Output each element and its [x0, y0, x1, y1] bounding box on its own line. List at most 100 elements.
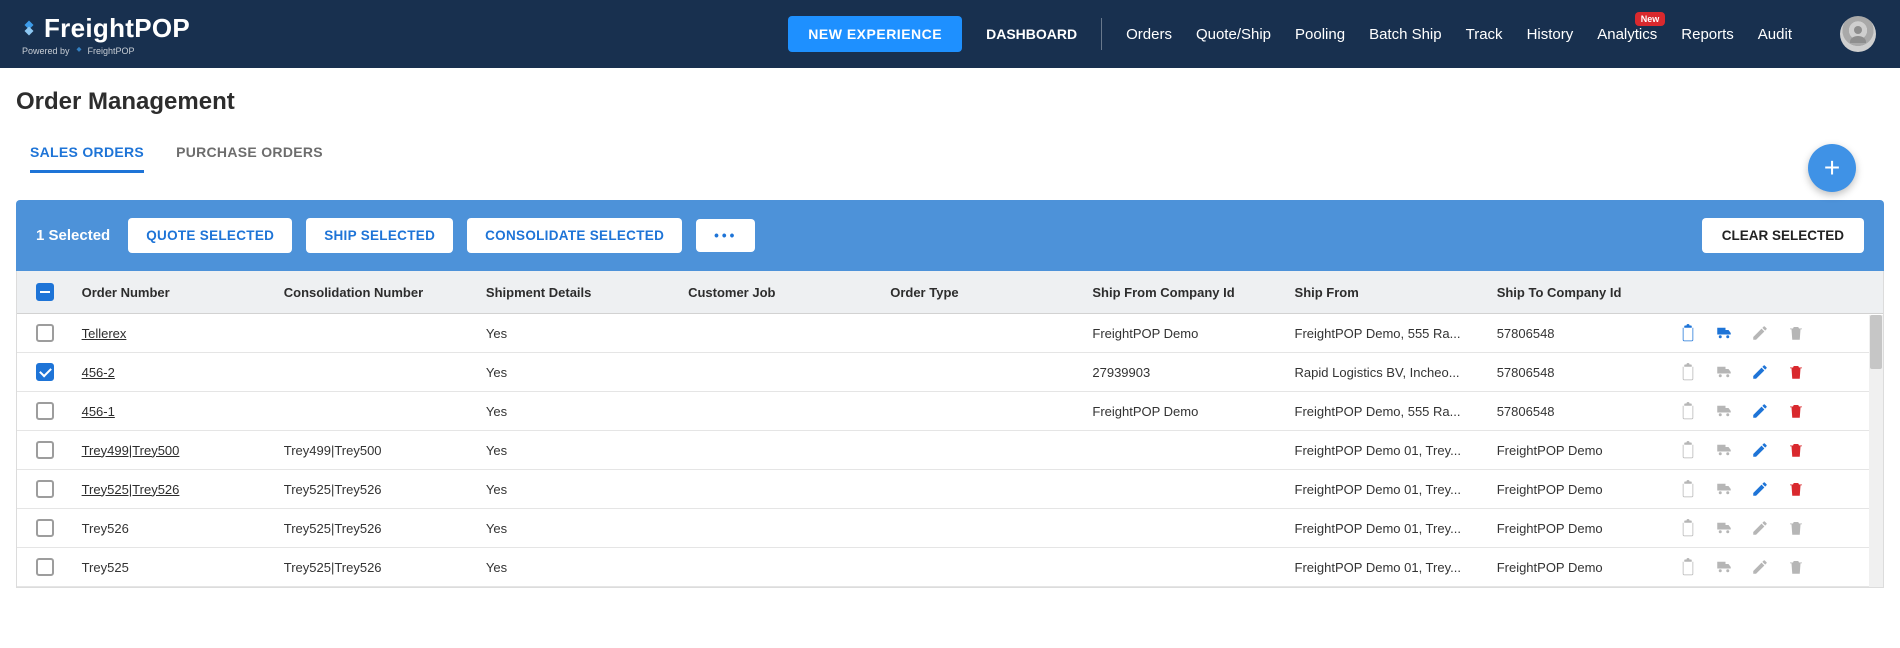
edit-icon[interactable] [1751, 324, 1769, 342]
order-number-link[interactable]: Trey525|Trey526 [82, 482, 180, 497]
nav-item-batch-ship[interactable]: Batch Ship [1369, 26, 1442, 43]
col-order-type[interactable]: Order Type [882, 271, 1084, 314]
col-ship-from-id[interactable]: Ship From Company Id [1084, 271, 1286, 314]
primary-nav: NEW EXPERIENCE DASHBOARD Orders Quote/Shi… [788, 16, 1876, 52]
row-checkbox[interactable] [36, 558, 54, 576]
clipboard-icon[interactable] [1679, 402, 1697, 420]
tab-purchase-orders[interactable]: PURCHASE ORDERS [176, 144, 323, 173]
clipboard-icon[interactable] [1679, 558, 1697, 576]
col-ship-to-id[interactable]: Ship To Company Id [1489, 271, 1671, 314]
clipboard-icon[interactable] [1679, 519, 1697, 537]
brand-powered-logo-icon [74, 46, 84, 56]
col-actions [1671, 271, 1883, 314]
new-experience-button[interactable]: NEW EXPERIENCE [788, 16, 962, 52]
add-fab[interactable]: + [1808, 144, 1856, 192]
cell-ship-from-id [1084, 548, 1286, 587]
trash-icon[interactable] [1787, 558, 1805, 576]
col-ship-from[interactable]: Ship From [1287, 271, 1489, 314]
cell-ship-from: FreightPOP Demo 01, Trey... [1287, 548, 1489, 587]
col-shipment-details[interactable]: Shipment Details [478, 271, 680, 314]
truck-icon[interactable] [1715, 558, 1733, 576]
trash-icon[interactable] [1787, 363, 1805, 381]
ship-selected-button[interactable]: SHIP SELECTED [306, 218, 453, 253]
cell-ship-to-id: FreightPOP Demo [1489, 470, 1671, 509]
cell-ship-to-id: 57806548 [1489, 314, 1671, 353]
order-number-text: Trey526 [74, 509, 276, 548]
scroll-thumb[interactable] [1870, 315, 1882, 369]
col-customer-job[interactable]: Customer Job [680, 271, 882, 314]
cell-consolidation [276, 353, 478, 392]
consolidate-selected-button[interactable]: CONSOLIDATE SELECTED [467, 218, 682, 253]
clear-selected-button[interactable]: CLEAR SELECTED [1702, 218, 1864, 253]
brand-powered-by: Powered by [22, 46, 70, 56]
nav-item-pooling[interactable]: Pooling [1295, 26, 1345, 43]
row-checkbox[interactable] [36, 519, 54, 537]
select-all-checkbox[interactable] [36, 283, 54, 301]
cell-ship-from-id [1084, 470, 1286, 509]
cell-ship-from-id: FreightPOP Demo [1084, 392, 1286, 431]
col-consolidation[interactable]: Consolidation Number [276, 271, 478, 314]
nav-divider [1101, 18, 1102, 50]
order-number-link[interactable]: 456-2 [82, 365, 115, 380]
cell-customer-job [680, 392, 882, 431]
clipboard-icon[interactable] [1679, 324, 1697, 342]
avatar[interactable] [1840, 16, 1876, 52]
row-checkbox[interactable] [36, 324, 54, 342]
clipboard-icon[interactable] [1679, 480, 1697, 498]
table-row: Trey525|Trey526Trey525|Trey526YesFreight… [17, 470, 1883, 509]
truck-icon[interactable] [1715, 363, 1733, 381]
cell-shipment-details: Yes [478, 431, 680, 470]
quote-selected-button[interactable]: QUOTE SELECTED [128, 218, 292, 253]
edit-icon[interactable] [1751, 519, 1769, 537]
edit-icon[interactable] [1751, 441, 1769, 459]
edit-icon[interactable] [1751, 363, 1769, 381]
more-actions-button[interactable]: ••• [696, 219, 755, 252]
cell-customer-job [680, 470, 882, 509]
nav-item-audit[interactable]: Audit [1758, 26, 1792, 43]
cell-customer-job [680, 431, 882, 470]
col-order-number[interactable]: Order Number [74, 271, 276, 314]
trash-icon[interactable] [1787, 324, 1805, 342]
clipboard-icon[interactable] [1679, 441, 1697, 459]
trash-icon[interactable] [1787, 441, 1805, 459]
order-number-link[interactable]: 456-1 [82, 404, 115, 419]
tabs: SALES ORDERS PURCHASE ORDERS [16, 144, 1884, 174]
truck-icon[interactable] [1715, 480, 1733, 498]
edit-icon[interactable] [1751, 402, 1769, 420]
truck-icon[interactable] [1715, 441, 1733, 459]
nav-item-quote-ship[interactable]: Quote/Ship [1196, 26, 1271, 43]
table-row: 456-2Yes27939903Rapid Logistics BV, Inch… [17, 353, 1883, 392]
nav-item-analytics[interactable]: AnalyticsNew [1597, 26, 1657, 43]
vertical-scrollbar[interactable] [1869, 315, 1883, 587]
clipboard-icon[interactable] [1679, 363, 1697, 381]
nav-item-reports[interactable]: Reports [1681, 26, 1734, 43]
cell-ship-from: FreightPOP Demo, 555 Ra... [1287, 392, 1489, 431]
orders-table-wrap: Order Number Consolidation Number Shipme… [16, 271, 1884, 588]
trash-icon[interactable] [1787, 402, 1805, 420]
truck-icon[interactable] [1715, 519, 1733, 537]
order-number-link[interactable]: Tellerex [82, 326, 127, 341]
row-checkbox[interactable] [36, 402, 54, 420]
truck-icon[interactable] [1715, 324, 1733, 342]
nav-item-track[interactable]: Track [1466, 26, 1503, 43]
tab-sales-orders[interactable]: SALES ORDERS [30, 144, 144, 173]
selection-bar: 1 Selected QUOTE SELECTED SHIP SELECTED … [16, 200, 1884, 271]
nav-item-history[interactable]: History [1527, 26, 1574, 43]
cell-order-type [882, 431, 1084, 470]
row-checkbox[interactable] [36, 480, 54, 498]
row-checkbox[interactable] [36, 441, 54, 459]
cell-customer-job [680, 509, 882, 548]
trash-icon[interactable] [1787, 480, 1805, 498]
cell-ship-from: FreightPOP Demo, 555 Ra... [1287, 314, 1489, 353]
order-number-link[interactable]: Trey499|Trey500 [82, 443, 180, 458]
cell-consolidation: Trey525|Trey526 [276, 509, 478, 548]
nav-dashboard[interactable]: DASHBOARD [986, 26, 1077, 42]
row-checkbox[interactable] [36, 363, 54, 381]
cell-ship-from: Rapid Logistics BV, Incheo... [1287, 353, 1489, 392]
trash-icon[interactable] [1787, 519, 1805, 537]
edit-icon[interactable] [1751, 558, 1769, 576]
cell-order-type [882, 314, 1084, 353]
edit-icon[interactable] [1751, 480, 1769, 498]
truck-icon[interactable] [1715, 402, 1733, 420]
nav-item-orders[interactable]: Orders [1126, 26, 1172, 43]
